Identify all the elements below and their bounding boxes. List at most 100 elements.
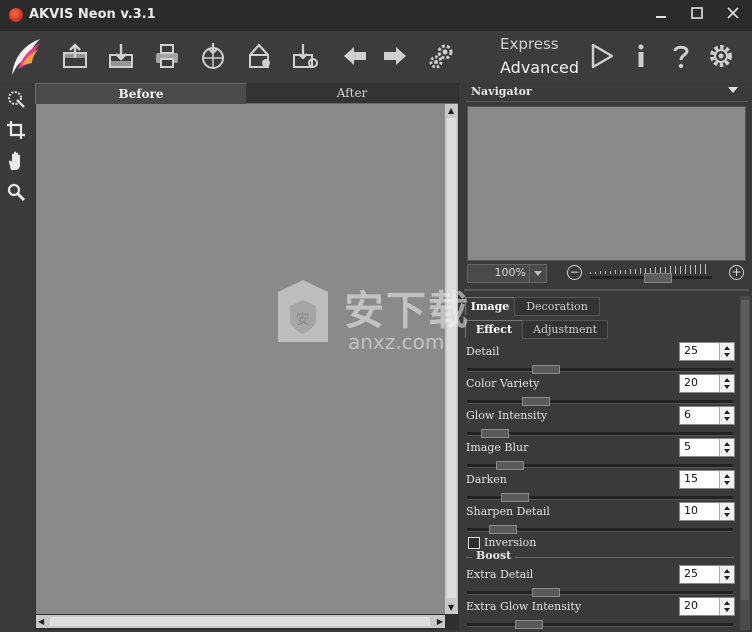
- param-spinbox[interactable]: 25: [679, 565, 735, 584]
- zoom-icon[interactable]: [6, 182, 26, 202]
- stroke-tool-icon[interactable]: [6, 89, 26, 109]
- undo-arrow-icon[interactable]: [338, 39, 372, 73]
- param-spinbox[interactable]: 25: [679, 342, 735, 361]
- info-icon[interactable]: [624, 39, 658, 73]
- vertical-scroll-thumb[interactable]: [447, 118, 456, 598]
- spin-buttons[interactable]: [719, 343, 734, 360]
- spin-up-icon[interactable]: [724, 506, 730, 510]
- zoom-tick: [610, 271, 611, 274]
- open-icon[interactable]: [58, 39, 92, 73]
- spin-buttons[interactable]: [719, 375, 734, 392]
- spin-up-icon[interactable]: [724, 601, 730, 605]
- zoom-slider[interactable]: [590, 264, 712, 283]
- param-slider[interactable]: [467, 493, 733, 502]
- spin-down-icon[interactable]: [724, 576, 730, 580]
- param-spinbox[interactable]: 5: [679, 438, 735, 457]
- settings-scrollbar[interactable]: [740, 296, 750, 630]
- share-icon[interactable]: [242, 39, 276, 73]
- image-canvas[interactable]: [36, 104, 445, 614]
- inversion-checkbox[interactable]: [468, 537, 480, 549]
- slider-thumb[interactable]: [501, 493, 529, 502]
- param-slider[interactable]: [467, 525, 733, 534]
- slider-thumb[interactable]: [532, 588, 560, 597]
- spin-up-icon[interactable]: [724, 410, 730, 414]
- param-spinbox[interactable]: 20: [679, 597, 735, 616]
- zoom-tick: [625, 270, 626, 274]
- crop-icon[interactable]: [6, 120, 26, 140]
- settings-gear-icon[interactable]: [704, 39, 738, 73]
- hand-icon[interactable]: [6, 151, 26, 171]
- spin-buttons[interactable]: [719, 566, 734, 583]
- slider-thumb[interactable]: [496, 461, 524, 470]
- settings-scroll-thumb[interactable]: [741, 300, 749, 600]
- minimize-icon[interactable]: [650, 5, 672, 25]
- navigator-preview[interactable]: [467, 106, 746, 261]
- spin-down-icon[interactable]: [724, 449, 730, 453]
- spin-up-icon[interactable]: [724, 442, 730, 446]
- spin-buttons[interactable]: [719, 471, 734, 488]
- spin-up-icon[interactable]: [724, 378, 730, 382]
- scroll-up-icon[interactable]: ▲: [448, 106, 454, 115]
- help-icon[interactable]: [664, 39, 698, 73]
- zoom-out-icon[interactable]: −: [567, 265, 582, 280]
- spin-down-icon[interactable]: [724, 608, 730, 612]
- scroll-left-icon[interactable]: ◀: [38, 617, 44, 626]
- zoom-tick: [635, 269, 636, 274]
- print-icon[interactable]: [150, 39, 184, 73]
- param-slider[interactable]: [467, 461, 733, 470]
- slider-thumb[interactable]: [489, 525, 517, 534]
- zoom-in-icon[interactable]: +: [729, 265, 744, 280]
- param-label: Color Variety: [466, 377, 540, 390]
- spin-buttons[interactable]: [719, 598, 734, 615]
- export-settings-icon[interactable]: [288, 39, 322, 73]
- scroll-down-icon[interactable]: ▼: [448, 603, 454, 612]
- param-slider[interactable]: [467, 620, 733, 629]
- save-icon[interactable]: [104, 39, 138, 73]
- import-icon[interactable]: [196, 39, 230, 73]
- spin-buttons[interactable]: [719, 503, 734, 520]
- param-slider[interactable]: [467, 365, 733, 374]
- slider-thumb[interactable]: [481, 429, 509, 438]
- express-mode-link[interactable]: Express: [500, 35, 559, 53]
- panel-divider[interactable]: [464, 289, 749, 291]
- canvas-horizontal-scrollbar[interactable]: ◀ ▶: [36, 615, 445, 628]
- collapse-triangle-icon[interactable]: [728, 87, 738, 93]
- param-slider[interactable]: [467, 429, 733, 438]
- canvas-vertical-scrollbar[interactable]: ▲ ▼: [445, 104, 458, 614]
- preferences-gears-icon[interactable]: [424, 39, 458, 73]
- spin-up-icon[interactable]: [724, 474, 730, 478]
- param-spinbox[interactable]: 20: [679, 374, 735, 393]
- maximize-icon[interactable]: [686, 5, 708, 25]
- slider-thumb[interactable]: [522, 397, 550, 406]
- spin-down-icon[interactable]: [724, 353, 730, 357]
- tab-after[interactable]: After: [246, 84, 458, 104]
- redo-arrow-icon[interactable]: [378, 39, 412, 73]
- param-spinbox[interactable]: 6: [679, 406, 735, 425]
- spin-up-icon[interactable]: [724, 569, 730, 573]
- tab-adjustment[interactable]: Adjustment: [522, 320, 608, 339]
- tab-decoration[interactable]: Decoration: [514, 297, 600, 316]
- advanced-mode-link[interactable]: Advanced: [500, 58, 579, 77]
- slider-thumb[interactable]: [532, 365, 560, 374]
- run-play-icon[interactable]: [584, 39, 618, 73]
- zoom-tick: [615, 270, 616, 274]
- horizontal-scroll-thumb[interactable]: [50, 617, 430, 626]
- tab-before[interactable]: Before: [35, 83, 247, 104]
- zoom-dropdown-icon[interactable]: [529, 265, 546, 282]
- spin-down-icon[interactable]: [724, 417, 730, 421]
- param-spinbox[interactable]: 15: [679, 470, 735, 489]
- spin-down-icon[interactable]: [724, 385, 730, 389]
- spin-buttons[interactable]: [719, 439, 734, 456]
- param-slider[interactable]: [467, 397, 733, 406]
- app-logo[interactable]: [4, 34, 48, 80]
- scroll-right-icon[interactable]: ▶: [437, 617, 443, 626]
- zoom-slider-thumb[interactable]: [644, 273, 672, 283]
- param-slider[interactable]: [467, 588, 733, 597]
- close-icon[interactable]: [722, 5, 744, 25]
- spin-down-icon[interactable]: [724, 513, 730, 517]
- slider-thumb[interactable]: [515, 620, 543, 629]
- param-spinbox[interactable]: 10: [679, 502, 735, 521]
- spin-down-icon[interactable]: [724, 481, 730, 485]
- spin-buttons[interactable]: [719, 407, 734, 424]
- spin-up-icon[interactable]: [724, 346, 730, 350]
